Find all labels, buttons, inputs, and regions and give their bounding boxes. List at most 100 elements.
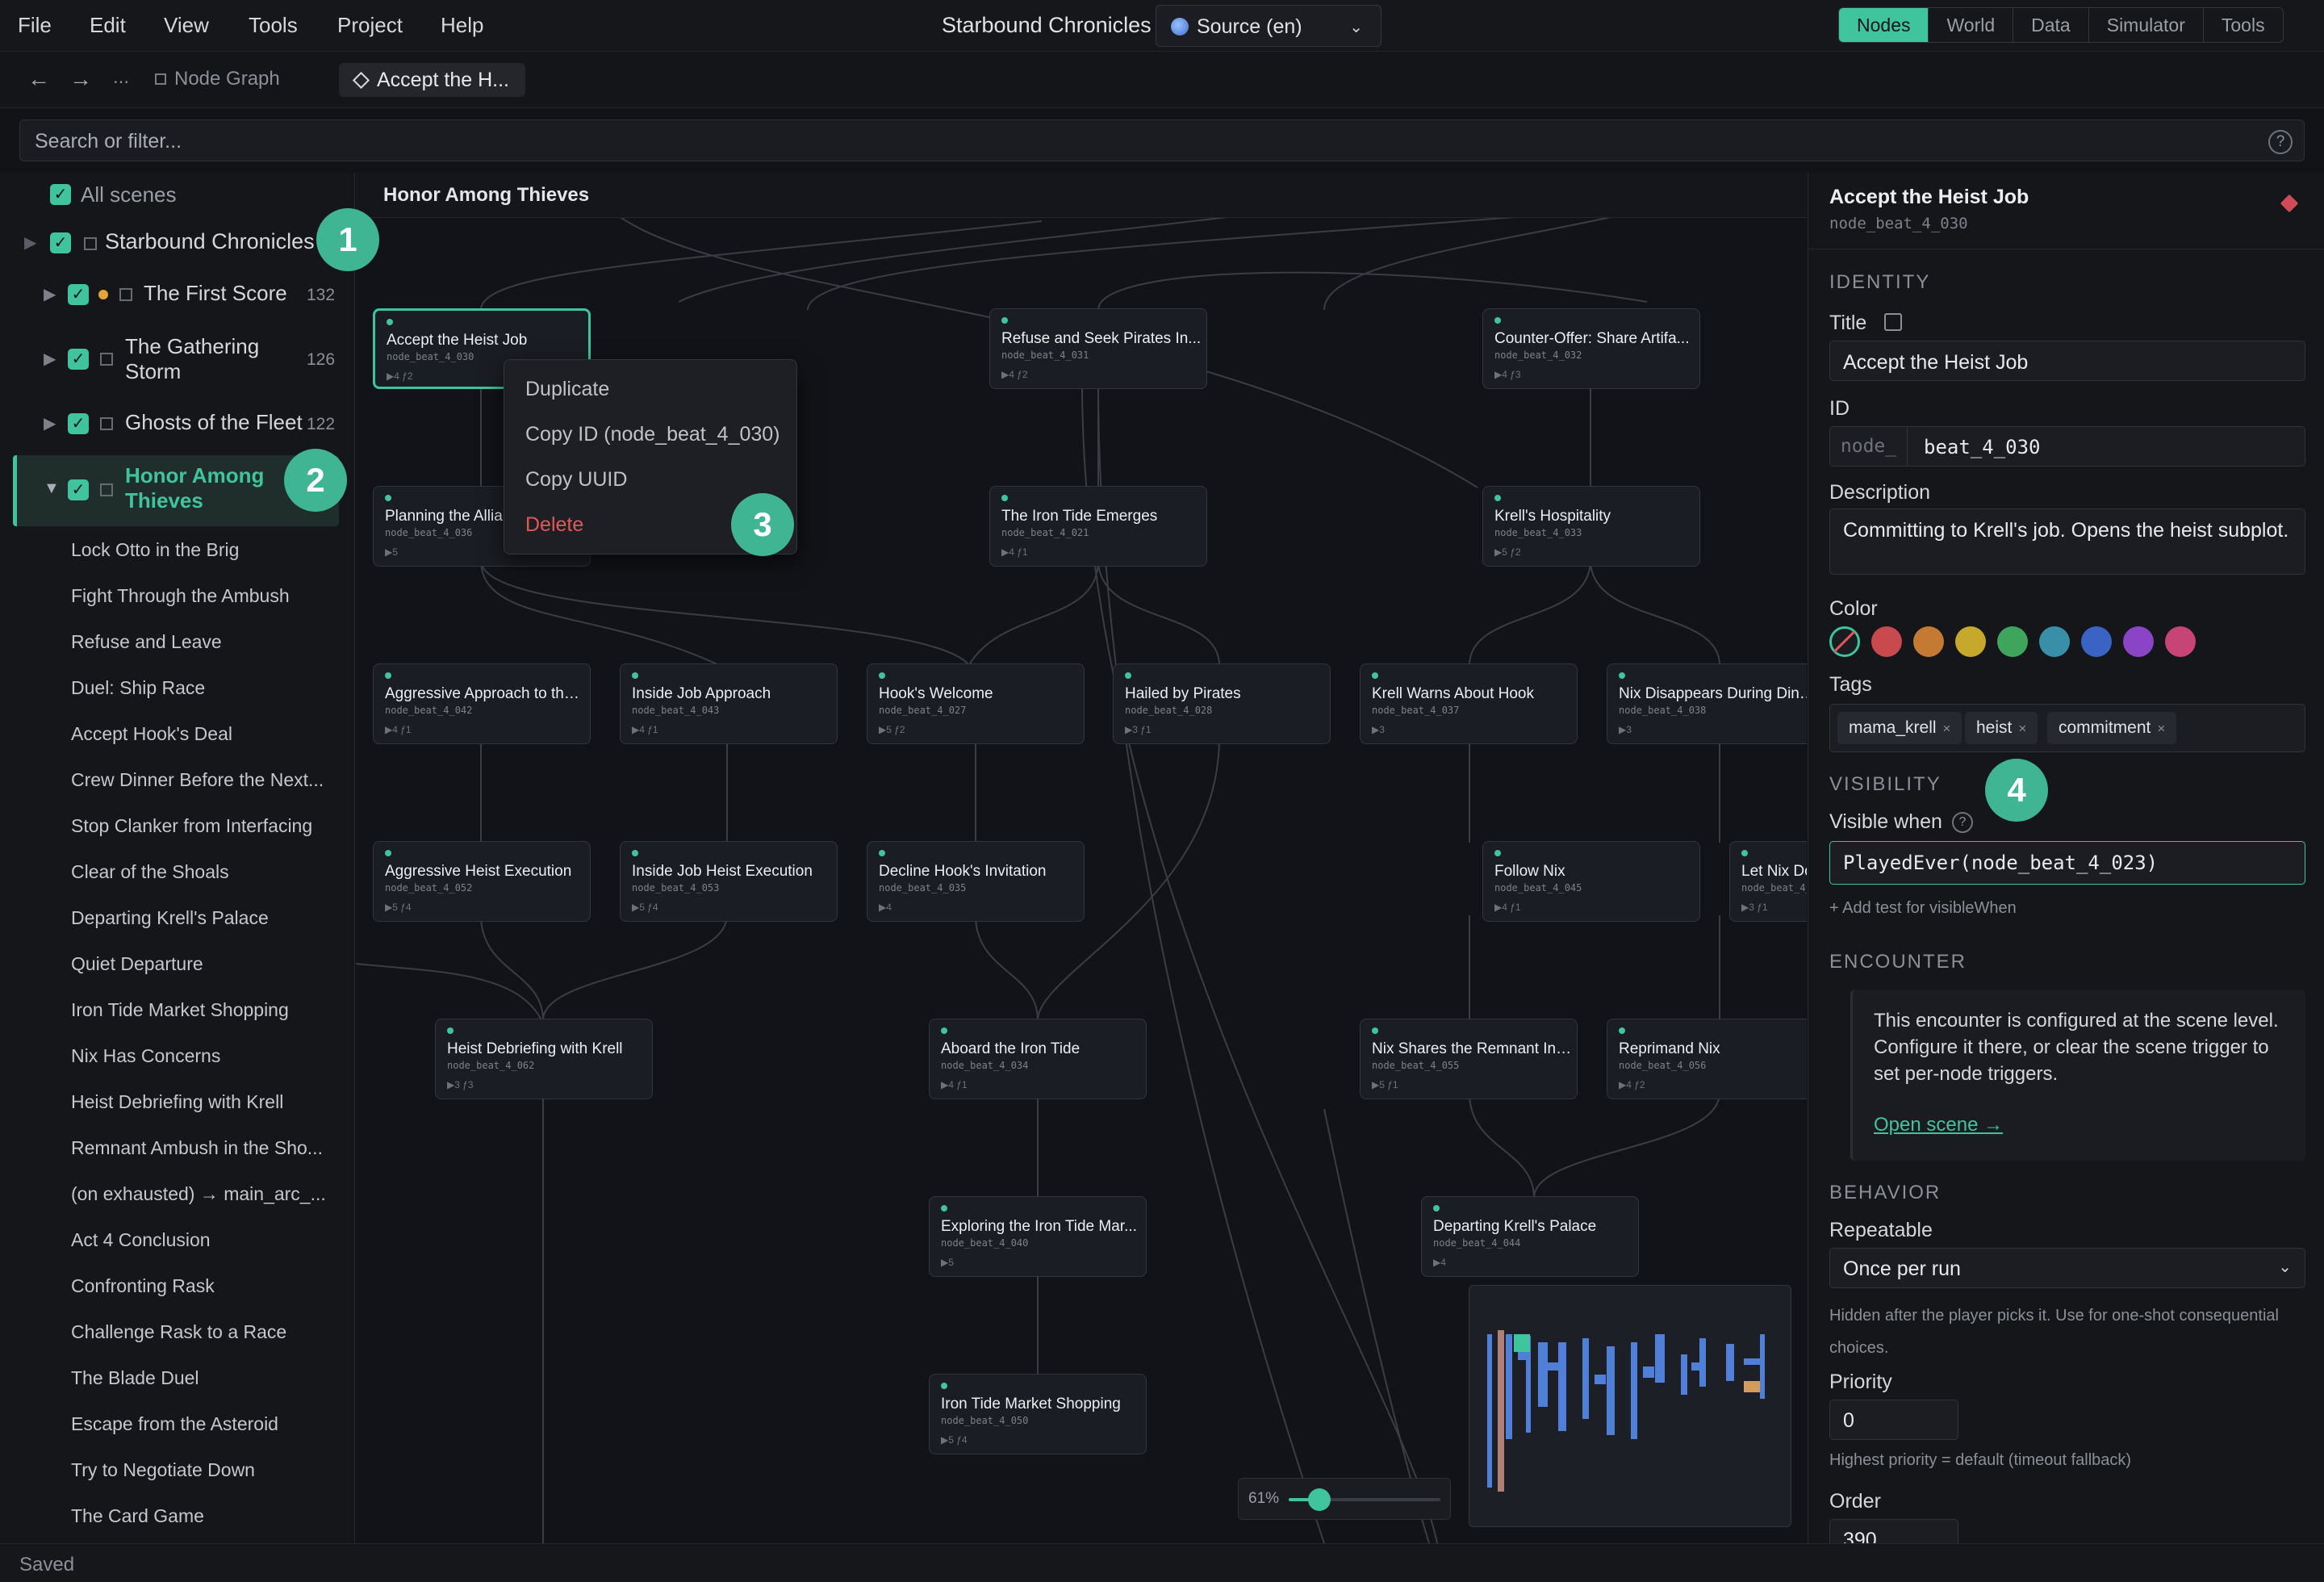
list-item[interactable]: Lock Otto in the Brig (71, 539, 239, 561)
pin-icon[interactable] (2280, 194, 2299, 213)
list-item[interactable]: Nix Has Concerns (71, 1045, 220, 1067)
scene-checkbox[interactable]: ✓ (68, 284, 89, 305)
remove-tag-icon[interactable]: × (2018, 721, 2026, 736)
tree-root-label[interactable]: Starbound Chronicles (105, 229, 315, 254)
graph-node[interactable]: Counter-Offer: Share Artifa... node_beat_… (1482, 308, 1700, 389)
list-item[interactable]: Remnant Ambush in the Sho... (71, 1137, 323, 1159)
graph-node[interactable]: Departing Krell's Palace node_beat_4_044 ▶… (1421, 1196, 1639, 1277)
list-item[interactable]: Duel: Ship Race (71, 677, 205, 699)
list-item[interactable]: (on exhausted) → main_arc_... (71, 1183, 326, 1205)
tab-world[interactable]: World (1928, 8, 2013, 42)
graph-node[interactable]: Krell Warns About Hook node_beat_4_037 ▶3 (1360, 663, 1578, 744)
ctx-copy-id[interactable]: Copy ID (node_beat_4_030) (525, 423, 780, 446)
remove-tag-icon[interactable]: × (2157, 721, 2165, 736)
tab-simulator[interactable]: Simulator (2088, 8, 2203, 42)
graph-node[interactable]: Reprimand Nix node_beat_4_056 ▶4 ƒ2 (1607, 1019, 1807, 1099)
minimap[interactable] (1469, 1285, 1791, 1527)
edit-icon[interactable] (1884, 313, 1902, 331)
graph-node[interactable]: Heist Debriefing with Krell node_beat_4_0… (435, 1019, 653, 1099)
list-item[interactable]: Confronting Rask (71, 1275, 215, 1297)
scene-label-gathering-storm[interactable]: The Gathering Storm (125, 334, 278, 384)
list-item[interactable]: Act 4 Conclusion (71, 1229, 211, 1251)
zoom-control[interactable]: 61% (1238, 1478, 1451, 1520)
graph-node[interactable]: Inside Job Heist Execution node_beat_4_05… (620, 841, 838, 922)
graph-node[interactable]: Iron Tide Market Shopping node_beat_4_050… (929, 1374, 1147, 1454)
list-item[interactable]: Fight Through the Ambush (71, 585, 290, 607)
list-item[interactable]: Heist Debriefing with Krell (71, 1091, 283, 1113)
color-swatch-orange[interactable] (1913, 626, 1944, 657)
back-arrow-icon[interactable]: ← (27, 66, 50, 92)
graph-node[interactable]: Inside Job Approach node_beat_4_043 ▶4 ƒ1 (620, 663, 838, 744)
graph-node[interactable]: Aggressive Heist Execution node_beat_4_05… (373, 841, 591, 922)
remove-tag-icon[interactable]: × (1943, 721, 1951, 736)
breadcrumb-node-graph[interactable]: Node Graph (155, 68, 280, 90)
scene-checkbox[interactable]: ✓ (68, 413, 89, 434)
list-item[interactable]: Accept Hook's Deal (71, 723, 232, 745)
list-item[interactable]: Stop Clanker from Interfacing (71, 815, 312, 837)
list-item[interactable]: Escape from the Asteroid (71, 1413, 278, 1435)
add-test-link[interactable]: + Add test for visibleWhen (1829, 899, 2017, 918)
scene-label-first-score[interactable]: The First Score (144, 281, 287, 306)
open-scene-link[interactable]: Open scene → (1874, 1114, 2003, 1136)
expand-scene-icon[interactable]: ▶ (44, 349, 56, 369)
graph-node[interactable]: Nix Disappears During Dinner node_beat_4_… (1607, 663, 1807, 744)
list-item[interactable]: Challenge Rask to a Race (71, 1321, 286, 1343)
graph-node[interactable]: Hailed by Pirates node_beat_4_028 ▶3 ƒ1 (1113, 663, 1331, 744)
graph-node[interactable]: Decline Hook's Invitation node_beat_4_035… (867, 841, 1085, 922)
tab-nodes[interactable]: Nodes (1839, 8, 1929, 42)
graph-node[interactable]: The Iron Tide Emerges node_beat_4_021 ▶4 ƒ… (989, 486, 1207, 567)
expand-scene-icon[interactable]: ▶ (44, 284, 56, 304)
color-swatch-blue[interactable] (2081, 626, 2112, 657)
graph-node[interactable]: Aggressive Approach to the... node_beat_4… (373, 663, 591, 744)
graph-node[interactable]: Krell's Hospitality node_beat_4_033 ▶5 ƒ2 (1482, 486, 1700, 567)
node-graph-canvas[interactable]: Honor Among Thieves Accept the Heist Job… (356, 173, 1807, 1543)
list-item[interactable]: Clear of the Shoals (71, 861, 229, 883)
list-item[interactable]: Quiet Departure (71, 953, 203, 975)
menu-help[interactable]: Help (441, 13, 483, 38)
graph-node[interactable]: Hook's Welcome node_beat_4_027 ▶5 ƒ2 (867, 663, 1085, 744)
graph-node[interactable]: Exploring the Iron Tide Mar... node_beat_… (929, 1196, 1147, 1277)
forward-arrow-icon[interactable]: → (69, 66, 92, 92)
menu-file[interactable]: File (18, 13, 52, 38)
scene-label-honor-thieves[interactable]: Honor Among Thieves (125, 463, 278, 513)
root-checkbox[interactable]: ✓ (50, 232, 71, 253)
breadcrumb-current-node[interactable]: Accept the H... (339, 63, 525, 97)
scene-checkbox[interactable]: ✓ (68, 349, 89, 370)
color-swatch-red[interactable] (1871, 626, 1902, 657)
list-item[interactable]: Refuse and Leave (71, 631, 222, 653)
color-swatch-purple[interactable] (2123, 626, 2154, 657)
graph-node[interactable]: Aboard the Iron Tide node_beat_4_034 ▶4 ƒ1 (929, 1019, 1147, 1099)
no-color-swatch[interactable] (1829, 626, 1860, 657)
color-swatch-pink[interactable] (2165, 626, 2196, 657)
title-input[interactable]: Accept the Heist Job (1829, 341, 2305, 381)
graph-node[interactable]: Nix Shares the Remnant Intel node_beat_4_… (1360, 1019, 1578, 1099)
description-textarea[interactable]: Committing to Krell's job. Opens the hei… (1829, 508, 2305, 575)
list-item[interactable]: The Blade Duel (71, 1367, 199, 1389)
tab-tools[interactable]: Tools (2202, 8, 2283, 42)
color-swatch-teal[interactable] (2039, 626, 2070, 657)
expand-root-icon[interactable]: ▶ (24, 232, 36, 253)
id-input[interactable]: node_ beat_4_030 (1829, 426, 2305, 467)
expand-scene-icon[interactable]: ▶ (44, 413, 56, 433)
menu-tools[interactable]: Tools (249, 13, 298, 38)
help-icon[interactable]: ? (1952, 812, 1973, 833)
ctx-copy-uuid[interactable]: Copy UUID (525, 468, 627, 492)
collapse-scene-icon[interactable]: ▼ (44, 479, 60, 498)
breadcrumb-ellipsis[interactable]: ... (113, 66, 129, 89)
list-item[interactable]: Departing Krell's Palace (71, 907, 269, 929)
menu-edit[interactable]: Edit (90, 13, 126, 38)
visible-when-input[interactable]: PlayedEver(node_beat_4_023) (1829, 841, 2305, 885)
ctx-duplicate[interactable]: Duplicate (525, 378, 609, 401)
list-item[interactable]: Iron Tide Market Shopping (71, 999, 289, 1021)
color-swatch-yellow[interactable] (1955, 626, 1986, 657)
ctx-delete[interactable]: Delete (525, 513, 583, 537)
all-scenes-checkbox[interactable]: ✓ (50, 184, 71, 205)
tab-data[interactable]: Data (2013, 8, 2088, 42)
menu-project[interactable]: Project (337, 13, 403, 38)
graph-node[interactable]: Refuse and Seek Pirates In... node_beat_4… (989, 308, 1207, 389)
color-swatch-green[interactable] (1997, 626, 2028, 657)
scene-label-ghosts-fleet[interactable]: Ghosts of the Fleet (125, 410, 303, 435)
list-item[interactable]: The Card Game (71, 1505, 204, 1527)
list-item[interactable]: Try to Negotiate Down (71, 1459, 255, 1481)
repeatable-select[interactable]: Once per run ⌄ (1829, 1248, 2305, 1288)
